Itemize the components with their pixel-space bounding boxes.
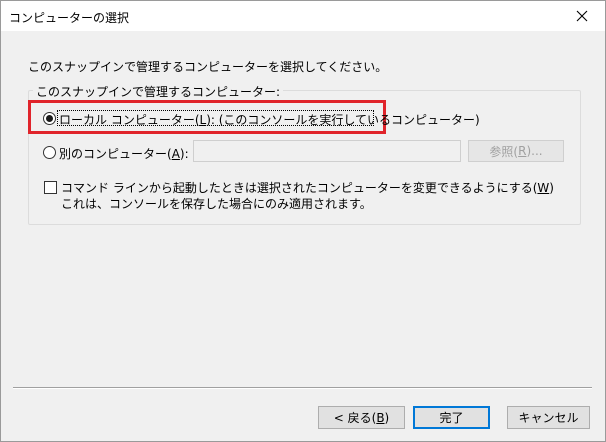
other-computer-label[interactable]: 別のコンピューター(A):	[59, 145, 189, 162]
allow-change-label[interactable]: コマンド ラインから起動したときは選択されたコンピューターを変更できるようにする…	[61, 179, 554, 196]
finish-button[interactable]: 完了	[413, 406, 490, 429]
allow-change-note: これは、コンソールを保存した場合にのみ適用されます。	[61, 197, 372, 211]
window-title: コンピューターの選択	[9, 11, 130, 25]
footer-separator-highlight	[13, 388, 592, 389]
other-computer-radio[interactable]	[43, 146, 56, 159]
title-bar: コンピューターの選択	[1, 1, 605, 31]
cancel-button[interactable]: キャンセル	[507, 406, 590, 429]
allow-change-checkbox[interactable]	[44, 181, 57, 194]
local-computer-radio[interactable]	[43, 112, 56, 125]
browse-button[interactable]: 参照(R)...	[468, 140, 564, 162]
back-button[interactable]: < 戻る(B)	[318, 406, 405, 429]
other-computer-input[interactable]	[193, 140, 461, 162]
computer-select-dialog: コンピューターの選択 このスナップインで管理するコンピューターを選択してください…	[0, 0, 606, 442]
close-icon	[576, 10, 588, 22]
group-label: このスナップインで管理するコンピューター:	[33, 83, 284, 100]
focus-rectangle	[57, 110, 374, 126]
close-button[interactable]	[559, 1, 605, 31]
intro-text: このスナップインで管理するコンピューターを選択してください。	[28, 60, 388, 74]
